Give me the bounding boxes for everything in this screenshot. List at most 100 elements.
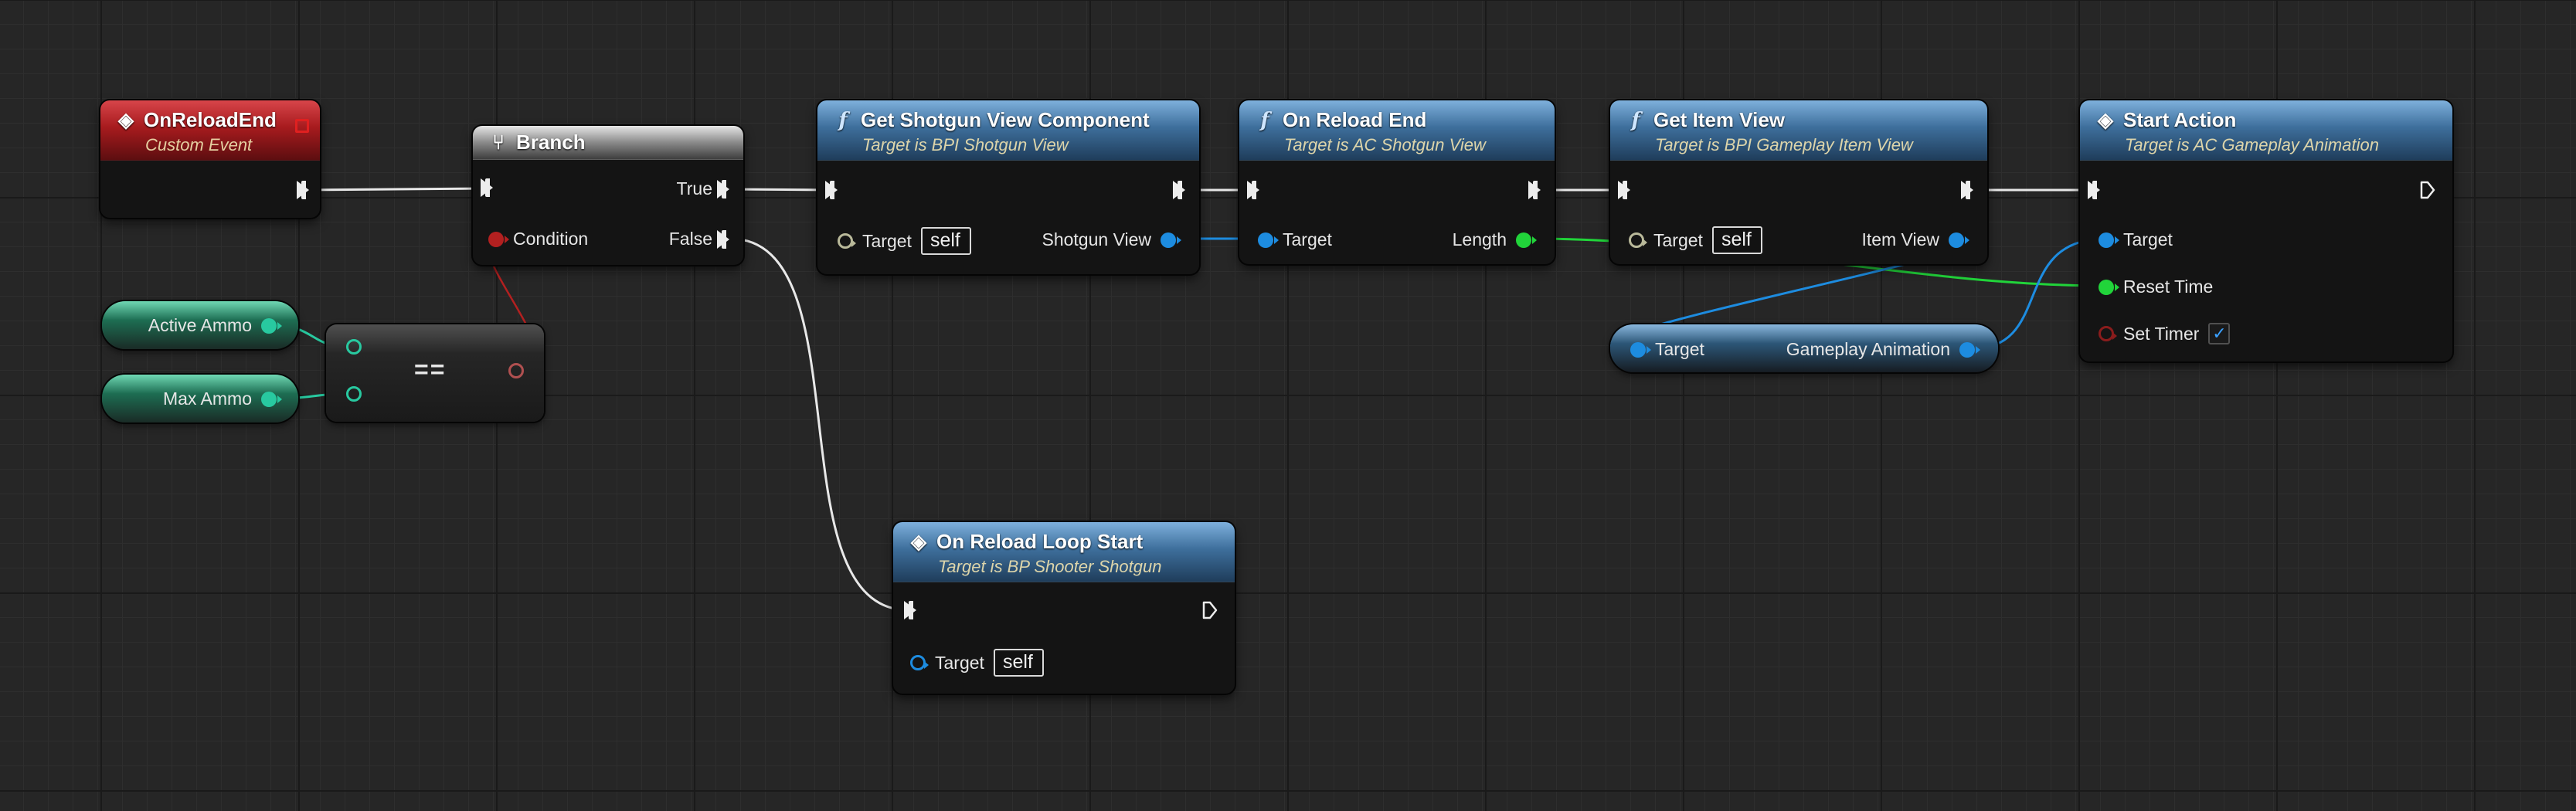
node-header: f Get Item View Target is BPI Gameplay It… [1610, 100, 1987, 161]
target-self-field[interactable]: self [993, 649, 1044, 677]
condition-pin[interactable]: Condition [488, 229, 588, 249]
pin-label: Shotgun View [1042, 229, 1151, 249]
variable-label: Max Ammo [162, 389, 252, 409]
pin-label: Target [1655, 339, 1704, 359]
on-reload-end-call-node[interactable]: f On Reload End Target is AC Shotgun View… [1239, 100, 1555, 264]
max-ammo-out-pin[interactable]: Max Ammo [162, 389, 282, 409]
target-self-field[interactable]: self [1711, 226, 1762, 254]
event-diamond-icon: ◈ [911, 530, 926, 553]
exec-in-pin[interactable] [904, 601, 916, 619]
node-header: f On Reload End Target is AC Shotgun View [1239, 100, 1555, 161]
node-subtitle: Target is AC Gameplay Animation [2125, 135, 2379, 154]
int-pin-icon [346, 339, 362, 355]
shotgun-view-out-pin[interactable]: Shotgun View [1042, 229, 1181, 250]
node-subtitle: Target is BPI Shotgun View [862, 135, 1069, 154]
exec-in-pin[interactable] [1247, 181, 1259, 199]
node-header: ◈ Start Action Target is AC Gameplay Anim… [2080, 100, 2452, 161]
result-out-pin[interactable] [508, 363, 524, 378]
exec-wire-event-to-branch [302, 187, 488, 192]
event-diamond-icon: ◈ [118, 108, 134, 131]
on-reload-end-event-node[interactable]: ◈ OnReloadEnd Custom Event [100, 100, 320, 218]
function-icon: f [838, 108, 848, 132]
pin-label: Target [1283, 229, 1332, 249]
exec-in-pin[interactable] [2088, 181, 2100, 199]
pin-label: Condition [513, 229, 589, 249]
pin-label: Gameplay Animation [1786, 339, 1950, 359]
bool-pin-icon [2099, 326, 2117, 341]
false-exec-out-pin[interactable]: False [669, 229, 729, 249]
node-title: On Reload End [1283, 108, 1427, 131]
float-pin-icon [2099, 279, 2119, 295]
object-pin-icon [1258, 232, 1279, 248]
node-header: f Get Shotgun View Component Target is BP… [817, 100, 1199, 161]
exec-out-pin[interactable] [2420, 181, 2435, 199]
node-subtitle: Custom Event [145, 135, 253, 154]
object-pin-icon [1161, 232, 1181, 248]
pin-label: Length [1452, 229, 1507, 249]
object-pin-icon [1949, 232, 1969, 248]
interface-pin-icon [838, 233, 856, 249]
int-pin-icon [261, 391, 282, 407]
true-exec-out-pin[interactable]: True [677, 178, 729, 199]
target-pin[interactable]: Target self [1629, 226, 1762, 254]
set-timer-checkbox[interactable]: ✓ [2208, 323, 2231, 344]
node-header: ◈ On Reload Loop Start Target is BP Shoot… [893, 522, 1235, 582]
exec-out-pin[interactable] [1528, 181, 1541, 199]
pin-label: Target [1653, 229, 1703, 250]
exec-out-pin[interactable] [1173, 181, 1185, 199]
bool-pin-icon [508, 363, 524, 378]
node-title: Start Action [2123, 108, 2237, 131]
target-pin[interactable]: Target self [838, 227, 971, 255]
target-pin[interactable]: Target [1630, 339, 1704, 360]
node-title: Get Shotgun View Component [861, 108, 1150, 131]
equals-operator-node[interactable]: == [326, 324, 544, 422]
node-subtitle: Target is BP Shooter Shotgun [938, 557, 1162, 576]
function-icon: f [1260, 108, 1269, 132]
pin-label: Target [935, 652, 984, 673]
target-pin[interactable]: Target self [910, 649, 1044, 677]
get-item-view-node[interactable]: f Get Item View Target is BPI Gameplay It… [1610, 100, 1987, 264]
target-pin[interactable]: Target [2099, 229, 2173, 250]
node-title: Branch [516, 131, 586, 154]
get-shotgun-view-component-node[interactable]: f Get Shotgun View Component Target is BP… [817, 100, 1199, 274]
on-reload-loop-start-node[interactable]: ◈ On Reload Loop Start Target is BP Shoot… [893, 522, 1235, 694]
exec-out-pin[interactable] [297, 181, 309, 199]
active-ammo-out-pin[interactable]: Active Ammo [148, 315, 282, 336]
exec-out-pin[interactable] [1202, 601, 1218, 619]
max-ammo-variable-node[interactable]: Max Ammo [102, 375, 298, 422]
start-action-node[interactable]: ◈ Start Action Target is AC Gameplay Anim… [2080, 100, 2452, 361]
branch-node[interactable]: ⑂ Branch Condition True False [473, 126, 743, 265]
exec-wire-branch-false-to-loop-start [729, 237, 909, 612]
node-title: Get Item View [1653, 108, 1786, 131]
gameplay-animation-out-pin[interactable]: Gameplay Animation [1786, 339, 1980, 360]
length-out-pin[interactable]: Length [1452, 229, 1537, 250]
object-pin-icon [2099, 232, 2119, 248]
b-in-pin[interactable] [346, 386, 362, 402]
delegate-pin-icon[interactable] [295, 119, 309, 133]
exec-in-pin[interactable] [1618, 181, 1630, 199]
branch-icon: ⑂ [492, 131, 505, 154]
set-timer-pin[interactable]: Set Timer ✓ [2099, 323, 2231, 344]
exec-in-pin[interactable] [481, 178, 493, 197]
node-subtitle: Target is BPI Gameplay Item View [1655, 135, 1913, 154]
reset-time-pin[interactable]: Reset Time [2099, 277, 2213, 297]
function-icon: f [1631, 108, 1640, 132]
node-title: OnReloadEnd [144, 108, 277, 131]
item-view-out-pin[interactable]: Item View [1861, 229, 1969, 250]
exec-out-hollow-icon [2420, 181, 2435, 199]
node-title: On Reload Loop Start [936, 530, 1144, 553]
node-header: ◈ OnReloadEnd Custom Event [100, 100, 320, 161]
exec-out-pin[interactable] [1961, 181, 1973, 199]
target-pin[interactable]: Target [1258, 229, 1332, 250]
pin-label: True [676, 178, 712, 199]
a-in-pin[interactable] [346, 339, 362, 355]
pin-label: Set Timer [2123, 323, 2200, 344]
variable-label: Active Ammo [148, 315, 252, 335]
active-ammo-variable-node[interactable]: Active Ammo [102, 301, 298, 349]
gameplay-animation-getter-node[interactable]: Target Gameplay Animation [1610, 324, 1998, 372]
pin-label: Reset Time [2123, 277, 2214, 297]
object-pin-icon [1959, 341, 1980, 358]
float-pin-icon [1516, 232, 1537, 248]
exec-in-pin[interactable] [825, 181, 838, 199]
target-self-field[interactable]: self [920, 227, 971, 255]
